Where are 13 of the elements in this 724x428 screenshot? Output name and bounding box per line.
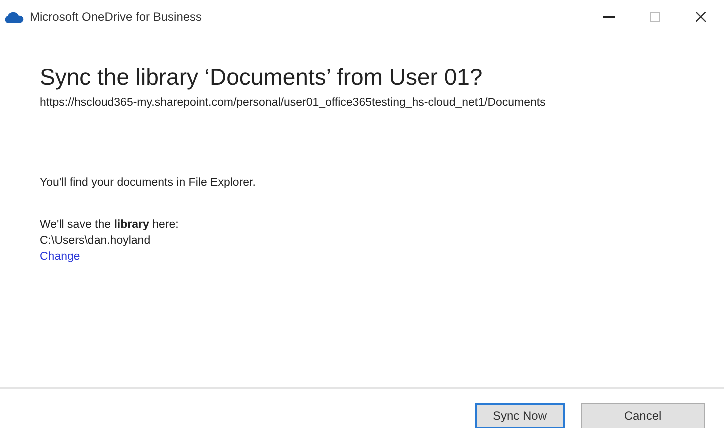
minimize-icon[interactable] — [603, 16, 615, 18]
dialog-heading: Sync the library ‘Documents’ from User 01? — [40, 64, 484, 91]
maximize-icon[interactable] — [650, 12, 660, 22]
save-path: C:\Users\dan.hoyland — [40, 235, 152, 247]
cloud-icon — [4, 10, 24, 24]
info-text: You'll find your documents in File Explorer. — [40, 177, 257, 189]
sync-now-button[interactable]: Sync Now — [475, 403, 565, 428]
window-title: Microsoft OneDrive for Business — [30, 10, 204, 24]
change-link[interactable]: Change — [40, 251, 80, 263]
cancel-button[interactable]: Cancel — [581, 403, 705, 428]
library-url: https://hscloud365-my.sharepoint.com/personal/user01_office365testing_hs-cloud_net1/Documents — [40, 97, 547, 109]
close-icon[interactable] — [696, 12, 706, 22]
save-location-label: We'll save the library here: — [40, 219, 180, 231]
